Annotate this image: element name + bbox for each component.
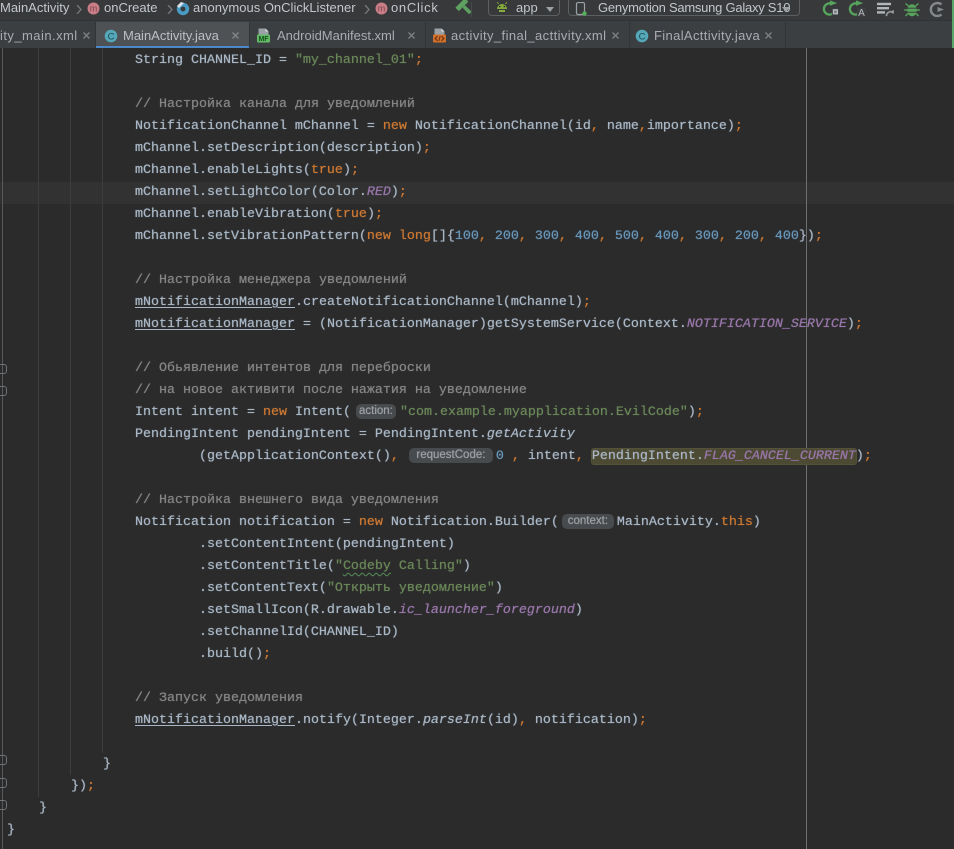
svg-text:m: m [90, 4, 98, 14]
svg-text:C: C [108, 32, 115, 43]
svg-text:C: C [639, 32, 646, 43]
svg-text:A: A [858, 8, 865, 17]
svg-text:MF: MF [258, 36, 269, 43]
svg-text:m: m [378, 4, 386, 14]
